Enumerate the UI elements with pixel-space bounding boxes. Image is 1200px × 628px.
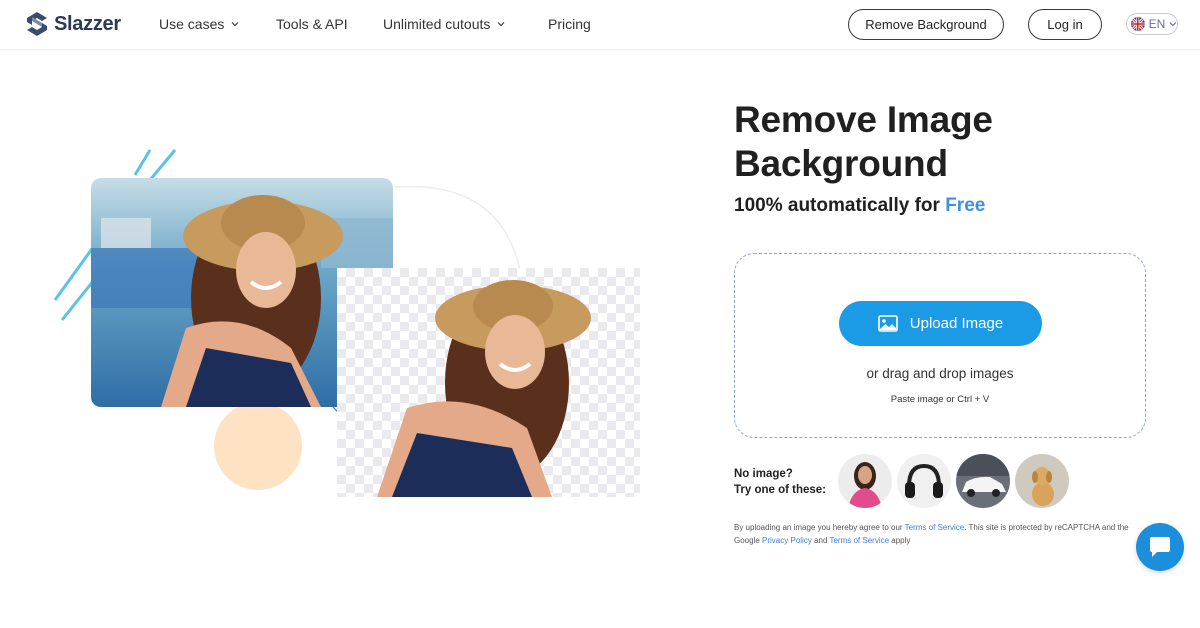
decorative-circle	[214, 402, 302, 490]
terms-of-service-link[interactable]: Terms of Service	[905, 523, 965, 532]
login-button[interactable]: Log in	[1028, 9, 1102, 40]
nav-pricing[interactable]: Pricing	[548, 16, 591, 32]
sample-images	[838, 454, 1069, 508]
remove-background-button[interactable]: Remove Background	[848, 9, 1004, 40]
paste-hint: Paste image or Ctrl + V	[890, 394, 990, 405]
upload-image-button[interactable]: Upload Image	[839, 301, 1042, 346]
uk-flag-icon	[1131, 17, 1145, 31]
language-label: EN	[1148, 17, 1166, 31]
drag-drop-hint: or drag and drop images	[866, 366, 1014, 381]
legal-notice: By uploading an image you hereby agree t…	[734, 521, 1154, 547]
subtitle-highlight: Free	[945, 195, 986, 216]
sample-dog[interactable]	[1015, 454, 1069, 508]
subtitle-text: 100% automatically for	[734, 195, 946, 216]
sample-headphones[interactable]	[897, 454, 951, 508]
language-selector[interactable]: EN	[1126, 13, 1178, 35]
hero-illustration	[50, 140, 650, 510]
chat-button[interactable]	[1136, 523, 1184, 571]
headphones-thumbnail-image	[897, 454, 951, 508]
upload-dropzone[interactable]: Upload Image or drag and drop images Pas…	[734, 253, 1146, 438]
chevron-down-icon	[497, 22, 505, 27]
sample-car[interactable]	[956, 454, 1010, 508]
legal-text: and	[811, 536, 830, 545]
logo-text: Slazzer	[54, 12, 121, 35]
legal-text: By uploading an image you hereby agree t…	[734, 523, 905, 532]
sample-prompt: No image? Try one of these:	[734, 466, 826, 498]
slazzer-logo-icon	[27, 12, 47, 36]
google-terms-link[interactable]: Terms of Service	[829, 536, 889, 545]
nav-label: Tools & API	[276, 16, 348, 32]
sample-prompt-line1: No image?	[734, 468, 793, 480]
sample-prompt-line2: Try one of these:	[734, 484, 827, 496]
logo[interactable]: Slazzer	[26, 11, 121, 37]
chevron-down-icon	[231, 22, 239, 27]
nav-label: Pricing	[548, 16, 591, 32]
dog-thumbnail-image	[1015, 454, 1069, 508]
cutout-photo	[337, 268, 640, 497]
legal-text: apply	[889, 536, 911, 545]
page-subtitle: 100% automatically for Free	[734, 195, 985, 217]
page-title: Remove Image Background	[734, 99, 993, 184]
nav-tools-api[interactable]: Tools & API	[276, 16, 383, 32]
nav-unlimited-cutouts[interactable]: Unlimited cutouts	[383, 16, 548, 32]
chevron-down-icon	[1169, 22, 1177, 27]
nav-label: Use cases	[159, 16, 225, 32]
sample-woman[interactable]	[838, 454, 892, 508]
nav-use-cases[interactable]: Use cases	[159, 16, 276, 32]
nav-label: Unlimited cutouts	[383, 16, 491, 32]
chat-bubble-icon	[1150, 537, 1170, 557]
woman-thumbnail-image	[838, 454, 892, 508]
woman-cutout-image	[377, 280, 591, 497]
top-header: Slazzer Use cases Tools & API Unlimited …	[0, 0, 1200, 50]
privacy-policy-link[interactable]: Privacy Policy	[762, 536, 812, 545]
image-icon	[877, 315, 898, 332]
car-thumbnail-image	[956, 454, 1010, 508]
upload-button-label: Upload Image	[909, 315, 1004, 332]
main-nav: Use cases Tools & API Unlimited cutouts …	[159, 16, 591, 32]
